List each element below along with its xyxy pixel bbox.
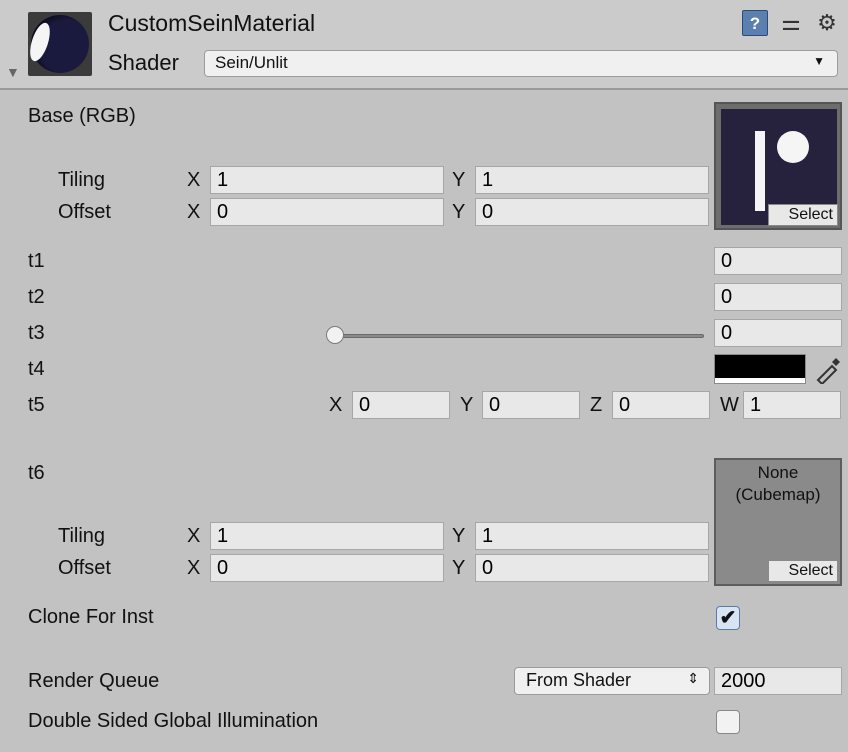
t6-tiling-y-input[interactable] bbox=[475, 522, 709, 550]
base-tiling-x-input[interactable] bbox=[210, 166, 444, 194]
double-sided-gi-checkbox[interactable] bbox=[716, 710, 740, 734]
t2-label: t2 bbox=[28, 286, 45, 308]
gear-icon[interactable]: ⚙ bbox=[814, 10, 840, 36]
checkmark-icon: ✔ bbox=[719, 607, 737, 629]
render-queue-input[interactable] bbox=[714, 667, 842, 695]
t5-y-input[interactable] bbox=[482, 391, 580, 419]
t5-w-input[interactable] bbox=[743, 391, 841, 419]
t4-label: t4 bbox=[28, 358, 45, 380]
render-queue-label: Render Queue bbox=[28, 670, 160, 692]
render-queue-mode-popup[interactable]: From Shader ⇕ bbox=[514, 667, 710, 695]
t6-offset-y-label: Y bbox=[452, 557, 466, 579]
base-offset-x-input[interactable] bbox=[210, 198, 444, 226]
t6-offset-x-input[interactable] bbox=[210, 554, 444, 582]
t5-x-input[interactable] bbox=[352, 391, 450, 419]
material-preview-thumbnail[interactable] bbox=[26, 12, 92, 76]
t6-select-button[interactable]: Select bbox=[768, 560, 838, 582]
base-offset-y-input[interactable] bbox=[475, 198, 709, 226]
foldout-triangle-icon[interactable]: ▼ bbox=[6, 64, 20, 80]
t6-cubemap-slot[interactable]: None (Cubemap) Select bbox=[714, 458, 842, 586]
shader-dropdown-value: Sein/Unlit bbox=[215, 53, 288, 72]
t1-input[interactable] bbox=[714, 247, 842, 275]
t6-tiling-label: Tiling bbox=[58, 525, 106, 547]
updown-arrow-icon: ⇕ bbox=[687, 670, 699, 686]
base-tiling-label: Tiling bbox=[58, 169, 106, 191]
color-alpha-bar bbox=[715, 378, 805, 383]
t5-z-input[interactable] bbox=[612, 391, 710, 419]
t5-label: t5 bbox=[28, 394, 45, 416]
t3-slider-thumb[interactable] bbox=[326, 326, 344, 344]
t2-input[interactable] bbox=[714, 283, 842, 311]
t6-tiling-y-label: Y bbox=[452, 525, 466, 547]
t5-y-label: Y bbox=[460, 394, 474, 416]
eyedropper-icon[interactable] bbox=[814, 354, 842, 386]
base-texture-select-button[interactable]: Select bbox=[768, 204, 838, 226]
cubemap-type-text: (Cubemap) bbox=[735, 485, 821, 504]
help-icon[interactable]: ? bbox=[742, 10, 768, 36]
t6-offset-x-label: X bbox=[187, 557, 201, 579]
clone-for-inst-label: Clone For Inst bbox=[28, 606, 154, 628]
t3-input[interactable] bbox=[714, 319, 842, 347]
t5-x-label: X bbox=[329, 394, 343, 416]
base-rgb-label: Base (RGB) bbox=[28, 105, 136, 127]
shader-label: Shader bbox=[108, 50, 179, 75]
t3-slider-track[interactable] bbox=[334, 334, 704, 338]
base-offset-label: Offset bbox=[58, 201, 111, 223]
t3-label: t3 bbox=[28, 322, 45, 344]
base-texture-slot[interactable]: Select bbox=[714, 102, 842, 230]
t6-tiling-x-input[interactable] bbox=[210, 522, 444, 550]
clone-for-inst-checkbox[interactable]: ✔ bbox=[716, 606, 740, 630]
t1-label: t1 bbox=[28, 250, 45, 272]
base-tiling-x-label: X bbox=[187, 169, 201, 191]
base-offset-y-label: Y bbox=[452, 201, 466, 223]
preset-icon[interactable]: ⚌ bbox=[778, 10, 804, 36]
t6-label: t6 bbox=[28, 462, 45, 484]
render-queue-mode-value: From Shader bbox=[526, 670, 632, 690]
base-tiling-y-label: Y bbox=[452, 169, 466, 191]
t6-offset-label: Offset bbox=[58, 557, 111, 579]
base-tiling-y-input[interactable] bbox=[475, 166, 709, 194]
base-offset-x-label: X bbox=[187, 201, 201, 223]
shader-dropdown[interactable]: Sein/Unlit ▼ bbox=[204, 50, 838, 77]
cubemap-none-text: None bbox=[757, 463, 799, 482]
t4-color-field[interactable] bbox=[714, 354, 806, 384]
double-sided-gi-label: Double Sided Global Illumination bbox=[28, 710, 319, 732]
t5-w-label: W bbox=[720, 394, 739, 416]
t5-z-label: Z bbox=[590, 394, 603, 416]
t6-tiling-x-label: X bbox=[187, 525, 201, 547]
dropdown-arrow-icon: ▼ bbox=[813, 54, 825, 68]
material-title: CustomSeinMaterial bbox=[108, 10, 316, 36]
t6-offset-y-input[interactable] bbox=[475, 554, 709, 582]
